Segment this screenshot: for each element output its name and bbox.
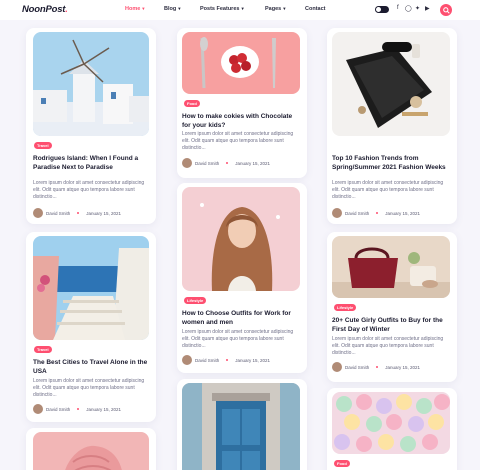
meta-separator: [376, 366, 379, 368]
post-meta: David Smith January 15, 2021: [33, 404, 121, 414]
post-card[interactable]: Food: [327, 388, 457, 470]
post-image[interactable]: [33, 32, 149, 136]
post-meta: David Smith January 15, 2021: [332, 362, 420, 372]
meta-separator: [226, 162, 229, 164]
post-card[interactable]: Travel Rodrigues Island: When I Found a …: [26, 28, 156, 224]
search-icon: [442, 6, 450, 14]
author-name[interactable]: David Smith: [46, 407, 70, 412]
avatar[interactable]: [182, 158, 192, 168]
post-card[interactable]: [26, 428, 156, 470]
post-card[interactable]: Top 10 Fashion Trends from Spring/Summer…: [327, 28, 457, 224]
nav-item-blog[interactable]: Blog ▾: [164, 6, 181, 12]
post-image[interactable]: [33, 236, 149, 340]
meta-separator: [376, 212, 379, 214]
youtube-icon[interactable]: ▶: [425, 5, 430, 12]
nav-item-contact[interactable]: Contact: [305, 6, 325, 12]
post-meta: David Smith January 15, 2021: [33, 208, 121, 218]
post-excerpt: Lorem ipsum dolor sit amet consectetur a…: [33, 378, 145, 398]
post-card[interactable]: Travel The Best Cities to Travel Alone i…: [26, 232, 156, 422]
nav-item-pages[interactable]: Pages ▾: [265, 6, 285, 12]
post-date: January 15, 2021: [86, 406, 122, 412]
logo-dot: .: [65, 4, 68, 15]
post-image[interactable]: [332, 236, 450, 298]
author-name[interactable]: David Smith: [345, 211, 369, 216]
avatar[interactable]: [182, 355, 192, 365]
avatar[interactable]: [332, 362, 342, 372]
post-image[interactable]: [332, 392, 450, 454]
post-image[interactable]: [33, 432, 149, 470]
meta-separator: [77, 212, 80, 214]
post-date: January 15, 2021: [385, 364, 421, 370]
category-badge[interactable]: Lifestyle: [334, 304, 357, 311]
avatar[interactable]: [332, 208, 342, 218]
post-excerpt: Lorem ipsum dolor sit amet consectetur a…: [182, 329, 294, 349]
chevron-down-icon: ▾: [283, 6, 286, 11]
chevron-down-icon: ▾: [178, 6, 181, 11]
author-name[interactable]: David Smith: [195, 358, 219, 363]
post-title[interactable]: 20+ Cute Girly Outfits to Buy for the Fi…: [332, 316, 452, 334]
post-date: January 15, 2021: [86, 210, 122, 216]
nav-item-home[interactable]: Home ▾: [125, 6, 145, 12]
post-image[interactable]: [182, 187, 300, 291]
post-image[interactable]: [332, 32, 450, 136]
theme-toggle[interactable]: [375, 6, 389, 13]
post-title[interactable]: How to Choose Outfits for Work for women…: [182, 309, 302, 327]
post-title[interactable]: How to make cokies with Chocolate for yo…: [182, 112, 302, 130]
chevron-down-icon: ▾: [241, 6, 244, 11]
category-badge[interactable]: Travel: [34, 346, 52, 353]
post-card[interactable]: Lifestyle 20+ Cute Girly Outfits to Buy …: [327, 232, 457, 382]
author-name[interactable]: David Smith: [195, 161, 219, 166]
category-badge[interactable]: Food: [184, 100, 200, 107]
search-button[interactable]: [440, 4, 452, 16]
instagram-icon[interactable]: ◯: [405, 5, 412, 12]
post-excerpt: Lorem ipsum dolor sit amet consectetur a…: [332, 336, 444, 356]
post-card[interactable]: Lifestyle How to Choose Outfits for Work…: [177, 183, 307, 373]
post-excerpt: Lorem ipsum dolor sit amet consectetur a…: [332, 180, 444, 200]
category-badge[interactable]: Food: [334, 460, 350, 467]
avatar[interactable]: [33, 208, 43, 218]
post-title[interactable]: The Best Cities to Travel Alone in the U…: [33, 358, 151, 376]
meta-separator: [77, 408, 80, 410]
post-meta: David Smith January 15, 2021: [182, 158, 270, 168]
twitter-icon[interactable]: ✦: [415, 5, 420, 12]
post-meta: David Smith January 15, 2021: [332, 208, 420, 218]
post-title[interactable]: Rodrigues Island: When I Found a Paradis…: [33, 154, 151, 172]
post-excerpt: Lorem ipsum dolor sit amet consectetur a…: [182, 131, 294, 151]
post-card[interactable]: Food How to make cokies with Chocolate f…: [177, 28, 307, 178]
post-title[interactable]: Top 10 Fashion Trends from Spring/Summer…: [332, 154, 452, 172]
category-badge[interactable]: Lifestyle: [184, 297, 207, 304]
post-excerpt: Lorem ipsum dolor sit amet consectetur a…: [33, 180, 145, 200]
author-name[interactable]: David Smith: [46, 211, 70, 216]
author-name[interactable]: David Smith: [345, 365, 369, 370]
site-logo[interactable]: NoonPost.: [22, 4, 68, 15]
post-date: January 15, 2021: [235, 357, 271, 363]
facebook-icon[interactable]: f: [397, 5, 399, 11]
post-date: January 15, 2021: [235, 160, 271, 166]
post-meta: David Smith January 15, 2021: [182, 355, 270, 365]
category-badge[interactable]: Travel: [34, 142, 52, 149]
post-card[interactable]: [177, 379, 307, 470]
post-image[interactable]: [182, 32, 300, 94]
post-date: January 15, 2021: [385, 210, 421, 216]
nav-item-posts-features[interactable]: Posts Features ▾: [200, 6, 244, 12]
avatar[interactable]: [33, 404, 43, 414]
meta-separator: [226, 359, 229, 361]
post-image[interactable]: [182, 383, 300, 470]
top-navigation-bar: NoonPost. Home ▾ Blog ▾ Posts Features ▾ Pa…: [0, 0, 480, 20]
chevron-down-icon: ▾: [142, 6, 145, 11]
